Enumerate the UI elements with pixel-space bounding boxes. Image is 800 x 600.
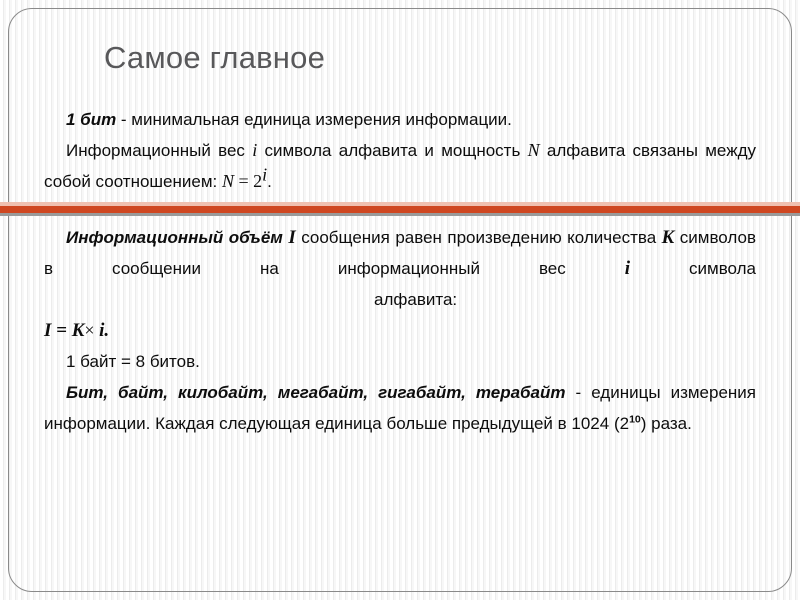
formula-equals-two: = 2 (234, 171, 263, 191)
divider-shadow (0, 213, 800, 216)
formula-dot: . (104, 320, 110, 341)
text-units-b: ) раза. (640, 414, 692, 433)
text-volume-c: символа (630, 259, 756, 278)
paragraph-bit-definition: 1 бит - минимальная единица измерения ин… (44, 104, 756, 135)
var-capital-k: K (661, 227, 675, 248)
formula-period: . (267, 172, 272, 191)
content-block-two: Информационный объём I сообщения равен п… (44, 222, 756, 346)
formula-n-base: N (221, 171, 234, 191)
formula-equals: = (51, 320, 72, 341)
text-bit-definition: - минимальная единица измерения информац… (116, 110, 512, 129)
term-units-list: Бит, байт, килобайт, мегабайт, гигабайт,… (66, 383, 566, 402)
text-info-weight-a: Информационный вес (66, 141, 253, 160)
page-title: Самое главное (104, 39, 326, 75)
var-capital-i: I (288, 227, 296, 248)
text-volume-d: алфавита: (374, 290, 458, 309)
exponent-ten: 10 (629, 413, 641, 426)
paragraph-formula-ikxi: I = K× i. (44, 315, 756, 346)
text-info-weight-b: символа алфавита и мощность (257, 141, 528, 160)
slide-canvas: Самое главное 1 бит - минимальная единиц… (0, 0, 800, 600)
paragraph-info-volume: Информационный объём I сообщения равен п… (44, 222, 756, 315)
text-volume-a: сообщения равен произведению количества (295, 228, 662, 247)
formula-k: K (71, 320, 85, 341)
paragraph-units-list: Бит, байт, килобайт, мегабайт, гигабайт,… (44, 377, 756, 439)
paragraph-byte-equals: 1 байт = 8 битов. (66, 352, 200, 371)
accent-divider (0, 202, 800, 216)
content-block-one: 1 бит - минимальная единица измерения ин… (44, 104, 756, 197)
var-n: N (527, 140, 540, 160)
content-block-three: 1 байт = 8 битов. Бит, байт, килобайт, м… (44, 346, 756, 439)
divider-accent-bar (0, 206, 800, 213)
paragraph-info-weight: Информационный вес i символа алфавита и … (44, 135, 756, 197)
formula-multiply: × (84, 320, 100, 340)
term-info-volume: Информационный объём (66, 228, 283, 247)
term-1-bit: 1 бит (66, 110, 117, 129)
